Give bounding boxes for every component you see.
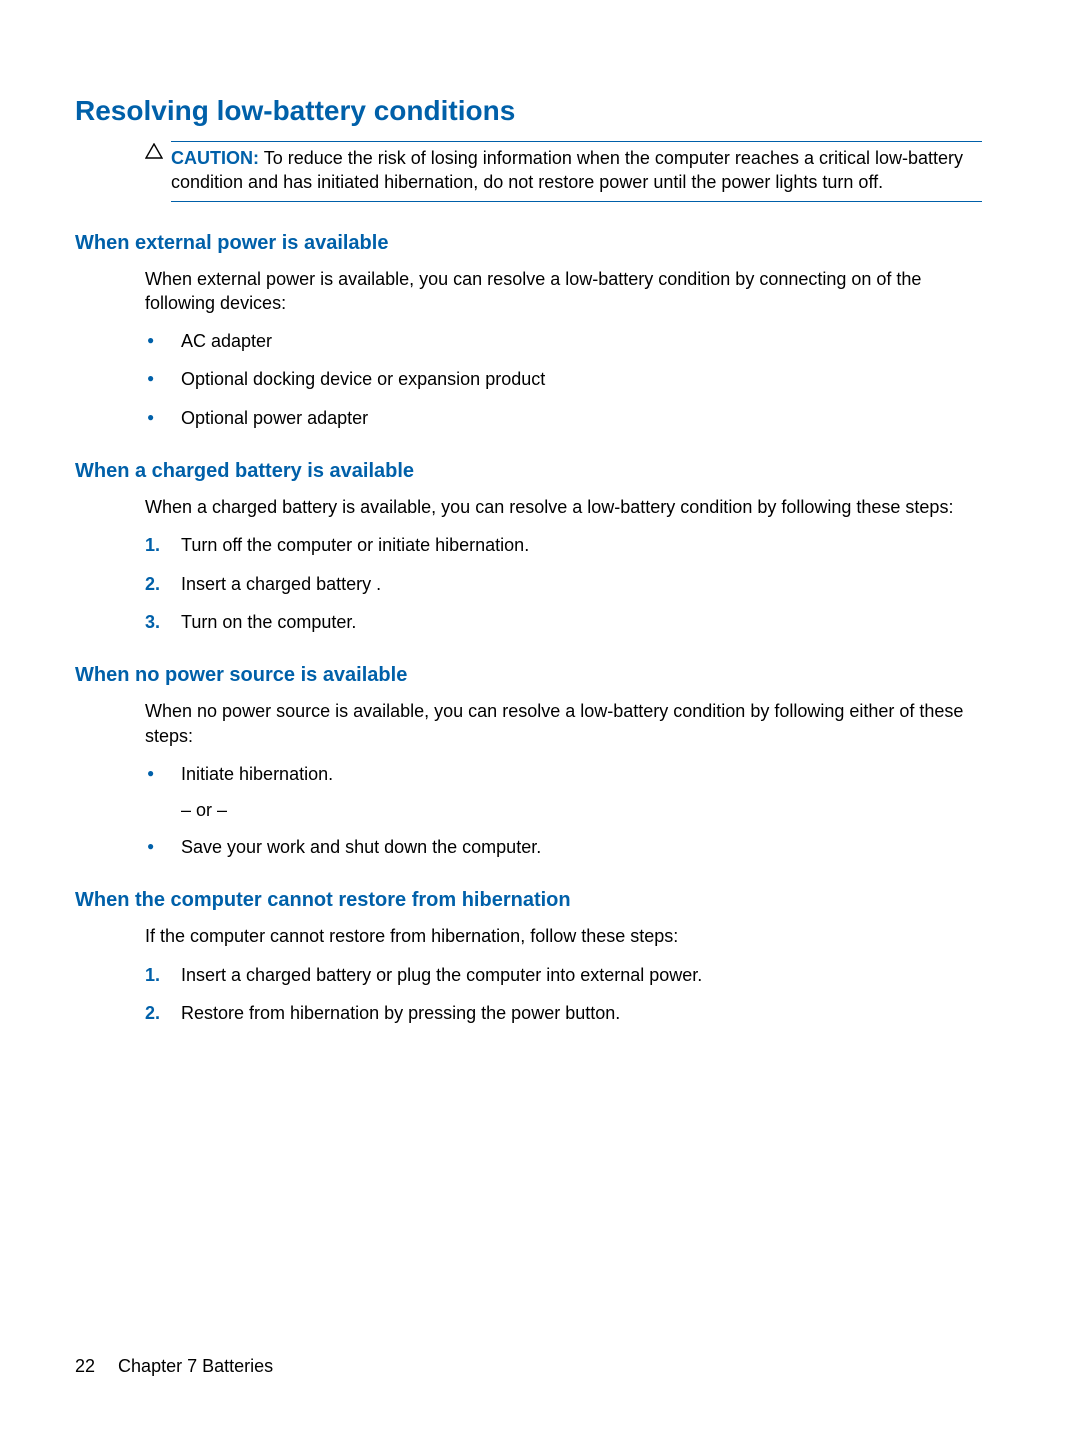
list-item: Optional docking device or expansion pro… (145, 367, 982, 391)
page-footer: 22 Chapter 7 Batteries (75, 1356, 273, 1377)
paragraph: If the computer cannot restore from hibe… (145, 924, 982, 948)
caution-note: CAUTION: To reduce the risk of losing in… (145, 141, 982, 202)
caution-text: To reduce the risk of losing information… (171, 148, 963, 192)
list-item: Insert a charged battery or plug the com… (145, 963, 982, 987)
list-item: AC adapter (145, 329, 982, 353)
bullet-list: Initiate hibernation. (145, 762, 982, 786)
list-item: Save your work and shut down the compute… (145, 835, 982, 859)
chapter-label: Chapter 7 Batteries (118, 1356, 273, 1376)
bullet-list: Save your work and shut down the compute… (145, 835, 982, 859)
heading-charged-battery: When a charged battery is available (75, 460, 982, 483)
heading-main: Resolving low-battery conditions (75, 95, 982, 127)
paragraph: When a charged battery is available, you… (145, 495, 982, 519)
paragraph: When no power source is available, you c… (145, 699, 982, 748)
caution-box: CAUTION: To reduce the risk of losing in… (171, 141, 982, 202)
list-item: Turn on the computer. (145, 610, 982, 634)
list-item: Optional power adapter (145, 406, 982, 430)
caution-triangle-icon (145, 143, 163, 164)
list-item: Initiate hibernation. (145, 762, 982, 786)
list-item: Insert a charged battery . (145, 572, 982, 596)
heading-no-power: When no power source is available (75, 664, 982, 687)
page-number: 22 (75, 1356, 95, 1376)
document-page: Resolving low-battery conditions CAUTION… (0, 0, 1080, 1437)
numbered-list: Insert a charged battery or plug the com… (145, 963, 982, 1026)
heading-external-power: When external power is available (75, 232, 982, 255)
bullet-list: AC adapter Optional docking device or ex… (145, 329, 982, 430)
numbered-list: Turn off the computer or initiate hibern… (145, 533, 982, 634)
paragraph: When external power is available, you ca… (145, 267, 982, 316)
list-item: Restore from hibernation by pressing the… (145, 1001, 982, 1025)
list-item: Turn off the computer or initiate hibern… (145, 533, 982, 557)
or-separator: – or – (181, 800, 982, 821)
heading-cannot-restore: When the computer cannot restore from hi… (75, 889, 982, 912)
caution-label: CAUTION: (171, 148, 259, 168)
